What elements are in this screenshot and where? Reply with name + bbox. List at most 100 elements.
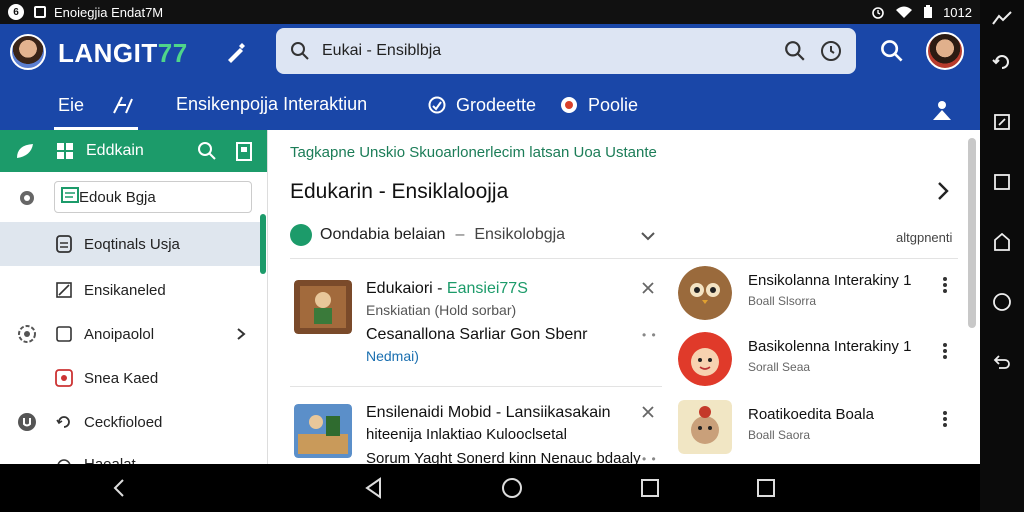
sidebar-search-field[interactable]: Edouk Bgja [54, 181, 252, 213]
tag-icon [994, 233, 1010, 251]
sidebar: Eddkain Edouk Bgja Eoqtinals Usja Ensika… [0, 130, 268, 464]
list-item-subtitle: Boall Saora [748, 428, 811, 442]
list-item[interactable]: Roatikoedita Boala Boall Saora [678, 400, 958, 460]
sidebar-item-ceckfioloed[interactable]: Ceckfioloed [0, 400, 266, 444]
card-tag[interactable]: Nedmai) [366, 348, 419, 364]
rail-tag-button[interactable] [980, 212, 1024, 272]
back-triangle-icon[interactable] [362, 476, 386, 500]
close-icon[interactable] [642, 406, 654, 418]
chevron-left-icon[interactable] [108, 476, 132, 500]
search-input[interactable]: Eukai - Ensiblbja [322, 42, 770, 60]
leaf-icon[interactable] [14, 140, 36, 162]
tab-profile[interactable]: Poolie [558, 94, 638, 116]
system-nav-rail [980, 0, 1024, 512]
chart-icon [54, 280, 74, 300]
search-icon [291, 42, 309, 60]
page-title: Edukarin - Ensiklaloojja [290, 180, 509, 203]
list-item[interactable]: Ensikolanna Interakiny 1 Boall Slsorra [678, 266, 958, 326]
thumbnail-image [294, 404, 352, 458]
history-icon[interactable] [820, 40, 842, 62]
divider [290, 258, 958, 259]
content-card[interactable]: Edukaiori - Eansiei77S Enskiatian (Hold … [290, 270, 660, 390]
recents-square-icon[interactable] [638, 476, 662, 500]
content-card[interactable]: Ensilenaidi Mobid - Lansiikasakain hitee… [290, 394, 660, 464]
list-item-title: Roatikoedita Boala [748, 406, 874, 423]
gear-icon[interactable] [0, 188, 54, 208]
filter-dropdown[interactable]: Oondabia belaian – Ensikolobgja [290, 224, 565, 246]
card-more[interactable]: • • [642, 452, 657, 464]
more-vertical-icon[interactable] [942, 410, 948, 428]
card-description: Sorum Yaght Sonerd kinn Nenauc bdaaly [366, 450, 641, 464]
sidebar-item-label: Snea Kaed [84, 369, 159, 387]
main-panel: Tagkapne Unskio Skuoarlonerlecim latsan … [268, 130, 980, 464]
rail-window-button[interactable] [980, 152, 1024, 212]
sidebar-item-users[interactable]: Eoqtinals Usja [0, 222, 266, 266]
sort-label[interactable]: altgpnenti [896, 230, 952, 245]
scrollbar[interactable] [968, 138, 976, 328]
app-header: LANGIT77 Eukai - Ensiblbja Eie Ensikenpo… [0, 24, 980, 130]
chevron-right-icon [237, 328, 246, 340]
list-item-subtitle: Sorall Seaa [748, 360, 811, 374]
chevron-right-icon[interactable] [932, 180, 954, 202]
rail-home-button[interactable] [980, 272, 1024, 332]
divider [290, 386, 662, 387]
globe-icon [54, 456, 74, 464]
rail-rotate-button[interactable] [980, 32, 1024, 92]
translate-icon [112, 94, 134, 116]
sidebar-item-anoipaolol[interactable]: Anoipaolol [0, 312, 266, 356]
close-icon[interactable] [642, 282, 654, 294]
sidebar-item-snea-kaed[interactable]: Snea Kaed [0, 356, 266, 400]
app-icon [54, 368, 74, 388]
person-icon[interactable] [930, 98, 954, 122]
alarm-icon [872, 7, 884, 19]
sidebar-item-enskaneled[interactable]: Ensikaneled [0, 268, 266, 312]
tab-gradient[interactable]: Grodeette [426, 94, 536, 116]
list-item-title: Ensikolanna Interakiny 1 [748, 272, 912, 289]
battery-icon [924, 5, 933, 18]
app-logo[interactable]: LANGIT77 [58, 38, 188, 69]
search-icon[interactable] [880, 39, 904, 63]
doc-icon [61, 187, 79, 207]
status-time: 1012 [943, 4, 972, 20]
grid-icon [54, 140, 76, 162]
sidebar-item-haealat[interactable]: Haealat [0, 444, 266, 464]
card-subtitle: hiteenija Inlaktiao Kulooclsetal [366, 426, 567, 443]
status-title: Enoiegjia Endat7M [54, 4, 164, 20]
card-description: Cesanallona Sarliar Gon Sbenr [366, 326, 588, 343]
record-icon [558, 94, 580, 116]
square-icon [994, 174, 1010, 190]
status-bar: 6 Enoiegjia Endat7M 1012 [0, 0, 980, 24]
avatar[interactable] [10, 34, 46, 70]
avatar[interactable] [926, 32, 964, 70]
more-vertical-icon[interactable] [942, 276, 948, 294]
sidebar-scroll-indicator[interactable] [260, 214, 266, 274]
rail-edit-button[interactable] [980, 92, 1024, 152]
page-banner: Tagkapne Unskio Skuoarlonerlecim latsan … [290, 144, 657, 161]
home-circle-icon[interactable] [500, 476, 524, 500]
category-icon [290, 224, 312, 246]
sidebar-item-label: Haealat [84, 456, 136, 464]
search-bar[interactable]: Eukai - Ensiblbja [276, 28, 856, 74]
character-avatar-icon [678, 400, 732, 454]
list-item-subtitle: Boall Slsorra [748, 294, 817, 308]
list-item-title: Basikolenna Interakiny 1 [748, 338, 912, 355]
tab-encyclopedia[interactable]: Ensikenpojja Interaktiun [176, 94, 367, 115]
square-icon[interactable] [754, 476, 778, 500]
card-more[interactable]: • • [642, 328, 657, 342]
circle-icon [993, 293, 1011, 311]
search-icon[interactable] [784, 40, 806, 62]
chevron-down-icon[interactable] [640, 228, 656, 244]
search-icon[interactable] [197, 141, 217, 161]
list-item[interactable]: Basikolenna Interakiny 1 Sorall Seaa [678, 332, 958, 392]
rail-stats-button[interactable] [980, 4, 1024, 32]
sidebar-item-label: Eoqtinals Usja [84, 235, 180, 253]
girl-avatar-icon [678, 332, 732, 386]
more-vertical-icon[interactable] [942, 342, 948, 360]
tab-home[interactable]: Eie [53, 94, 139, 130]
sidebar-item-label: Ensikaneled [84, 281, 166, 299]
rotate-icon [992, 55, 1009, 69]
rail-back-button[interactable] [980, 332, 1024, 392]
clipboard-icon[interactable] [235, 141, 253, 161]
pen-icon[interactable] [222, 40, 248, 66]
badge-icon [54, 234, 74, 254]
